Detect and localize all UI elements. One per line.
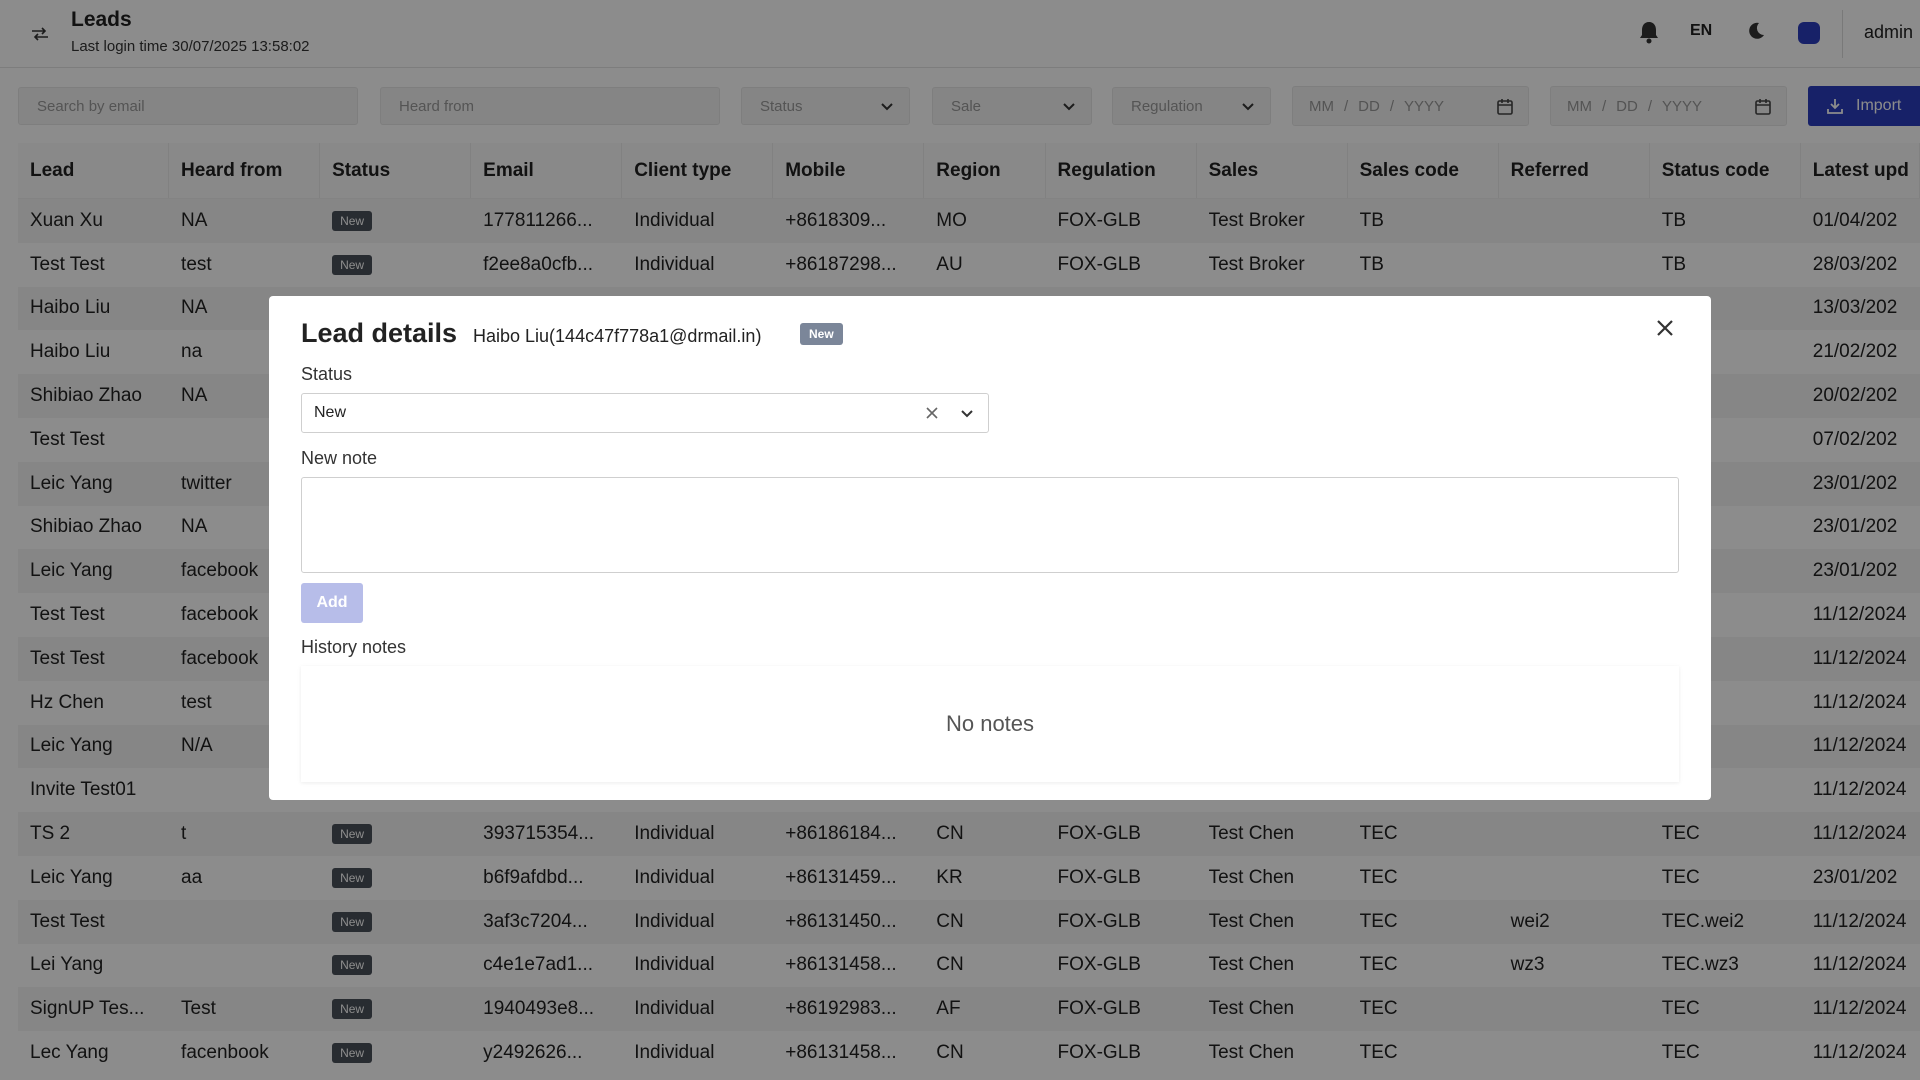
modal-lead-identity: Haibo Liu(144c47f778a1@drmail.in) bbox=[473, 326, 762, 346]
modal-title: Lead details bbox=[301, 318, 458, 348]
lead-details-modal: Lead details Haibo Liu(144c47f778a1@drma… bbox=[269, 296, 1711, 800]
add-note-button[interactable]: Add bbox=[301, 583, 363, 623]
clear-icon[interactable] bbox=[924, 405, 940, 421]
status-select[interactable]: New bbox=[301, 393, 989, 433]
history-notes-panel: No notes bbox=[301, 666, 1679, 782]
close-icon[interactable] bbox=[1653, 316, 1679, 342]
history-notes-label: History notes bbox=[301, 637, 407, 657]
status-badge: New bbox=[800, 323, 843, 345]
no-notes-text: No notes bbox=[945, 711, 1035, 736]
new-note-textarea[interactable] bbox=[301, 477, 1679, 573]
status-select-value: New bbox=[314, 404, 347, 421]
status-field-label: Status bbox=[301, 364, 353, 384]
new-note-label: New note bbox=[301, 448, 378, 468]
chevron-down-icon[interactable] bbox=[958, 404, 976, 422]
